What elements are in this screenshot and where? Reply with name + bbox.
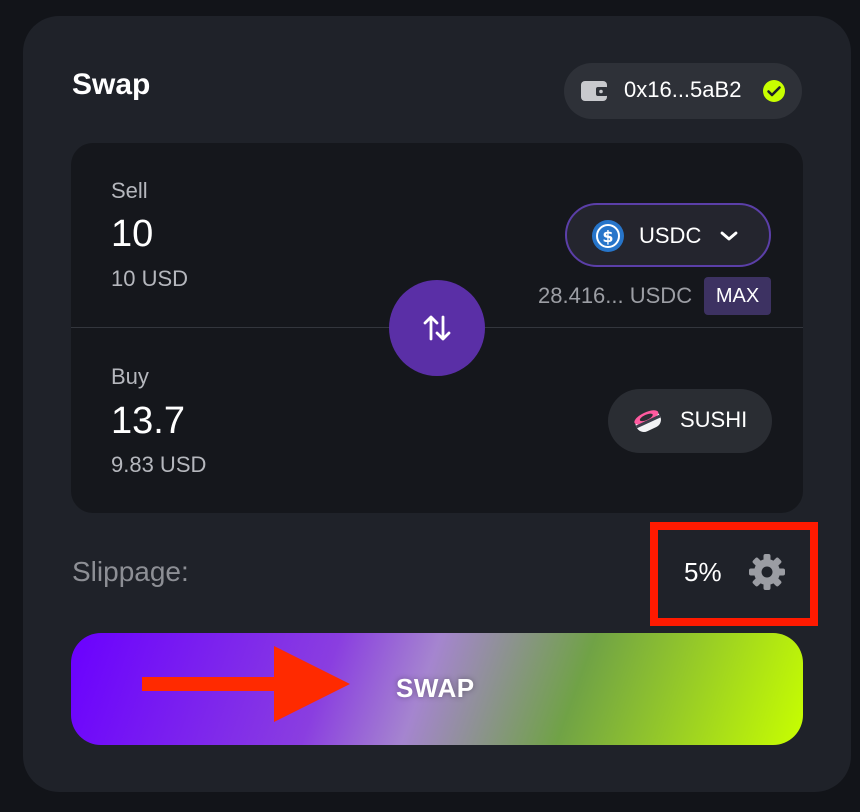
usdc-icon: $ (592, 220, 624, 252)
sell-label: Sell (111, 178, 148, 203)
flip-tokens-button[interactable] (389, 280, 485, 376)
arrow-annotation (142, 646, 350, 722)
page-title: Swap (72, 68, 151, 101)
highlight-box (650, 522, 818, 626)
sell-token-symbol: USDC (639, 223, 702, 248)
wallet-address: 0x16...5aB2 (624, 77, 742, 102)
sushi-icon (634, 410, 661, 433)
wallet-button[interactable]: 0x16...5aB2 (564, 63, 802, 119)
swap-button-label: SWAP (396, 673, 475, 703)
slippage-label: Slippage: (72, 556, 189, 587)
sell-balance: 28.416... USDC (538, 283, 693, 308)
buy-token-selector[interactable]: SUSHI (608, 389, 772, 453)
svg-text:$: $ (602, 227, 613, 246)
chevron-down-icon (720, 231, 738, 241)
swap-arrows-icon (423, 315, 451, 341)
wallet-icon (581, 81, 608, 101)
check-icon (763, 80, 785, 102)
sell-usd-value: 10 USD (111, 266, 189, 291)
sell-token-selector[interactable]: $ USDC (565, 203, 771, 267)
buy-amount[interactable]: 13.7 (111, 400, 185, 443)
sell-amount-input[interactable]: 10 (111, 213, 153, 256)
buy-usd-value: 9.83 USD (111, 452, 207, 477)
max-button[interactable]: MAX (704, 277, 771, 315)
buy-token-symbol: SUSHI (680, 407, 748, 432)
buy-label: Buy (111, 364, 149, 389)
